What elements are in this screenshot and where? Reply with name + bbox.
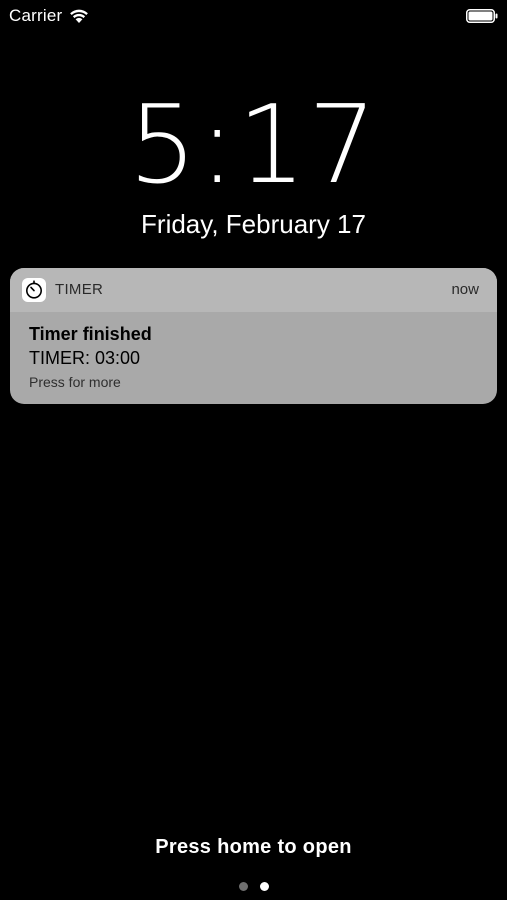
page-dot-active[interactable] bbox=[259, 882, 269, 891]
wifi-icon bbox=[70, 9, 88, 23]
notification-message: TIMER: 03:00 bbox=[29, 348, 141, 368]
press-home-prompt: Press home to open bbox=[155, 836, 352, 858]
lock-screen-date: Friday, February 17 bbox=[141, 209, 366, 239]
page-dot[interactable] bbox=[238, 882, 248, 891]
notification-app-name: TIMER bbox=[55, 281, 104, 298]
notification-header: TIMER now bbox=[10, 268, 497, 312]
notification-action-hint: Press for more bbox=[29, 374, 121, 390]
battery-icon bbox=[466, 9, 498, 23]
timer-notification[interactable]: TIMER now Timer finished TIMER: 03:00 Pr… bbox=[10, 268, 497, 404]
notification-title: Timer finished bbox=[29, 324, 152, 344]
notification-body: Timer finished TIMER: 03:00 Press for mo… bbox=[10, 312, 497, 393]
notification-time: now bbox=[451, 281, 479, 298]
page-indicator[interactable] bbox=[0, 882, 507, 892]
status-bar: Carrier bbox=[0, 0, 507, 32]
lock-screen-time: 5:17 bbox=[128, 83, 379, 208]
carrier-label: Carrier bbox=[9, 6, 63, 25]
timer-icon bbox=[22, 278, 46, 302]
